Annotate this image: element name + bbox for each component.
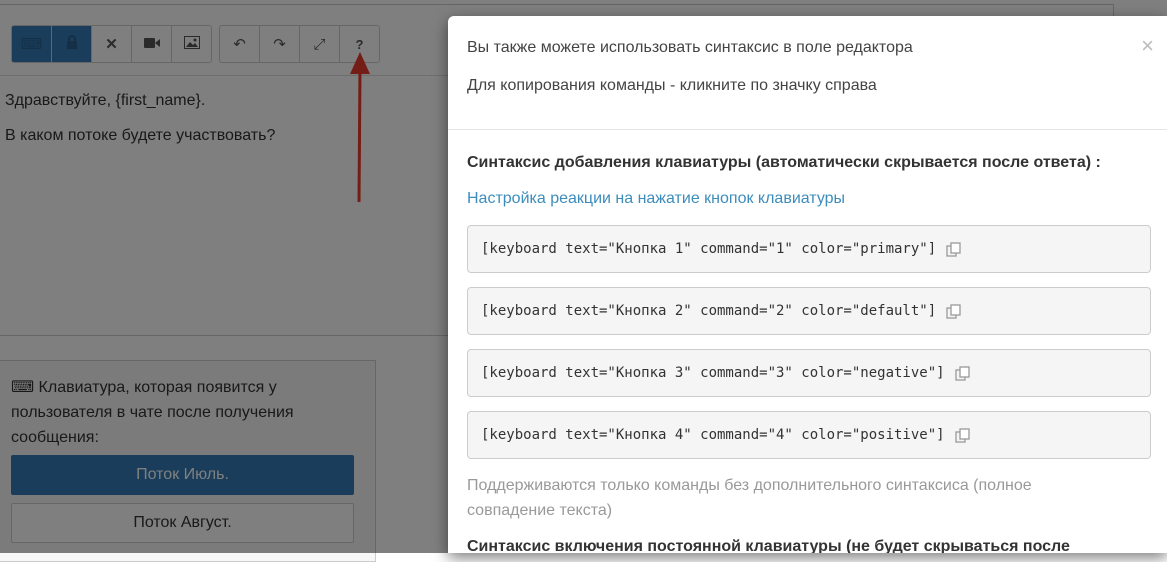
close-button[interactable]: × xyxy=(1141,35,1154,57)
modal-header: Вы также можете использовать синтаксис в… xyxy=(448,16,1167,130)
code-text-1: [keyboard text="Кнопка 1" command="1" co… xyxy=(481,241,937,257)
code-snippet-4: [keyboard text="Кнопка 4" command="4" co… xyxy=(467,411,1151,459)
copy-icon[interactable] xyxy=(954,365,970,381)
persistent-keyboard-syntax-title: Синтаксис включения постоянной клавиатур… xyxy=(467,538,1070,553)
code-snippet-1: [keyboard text="Кнопка 1" command="1" co… xyxy=(467,225,1151,273)
keyboard-reaction-settings-link[interactable]: Настройка реакции на нажатие кнопок клав… xyxy=(467,190,845,208)
syntax-note: Поддерживаются только команды без дополн… xyxy=(467,477,1032,519)
close-icon: × xyxy=(1141,33,1154,58)
copy-icon[interactable] xyxy=(954,427,970,443)
code-text-3: [keyboard text="Кнопка 3" command="3" co… xyxy=(481,365,945,381)
copy-icon[interactable] xyxy=(946,241,961,257)
copy-icon[interactable] xyxy=(946,303,961,319)
keyboard-syntax-title: Синтаксис добавления клавиатуры (автомат… xyxy=(467,154,1101,171)
syntax-help-modal: Вы также можете использовать синтаксис в… xyxy=(448,16,1167,553)
code-snippet-2: [keyboard text="Кнопка 2" command="2" co… xyxy=(467,287,1151,335)
code-snippet-3: [keyboard text="Кнопка 3" command="3" co… xyxy=(467,349,1151,397)
modal-header-line-1: Вы также можете использовать синтаксис в… xyxy=(467,39,913,56)
modal-header-line-2: Для копирования команды - кликните по зн… xyxy=(467,77,877,94)
code-text-4: [keyboard text="Кнопка 4" command="4" co… xyxy=(481,427,945,443)
code-text-2: [keyboard text="Кнопка 2" command="2" co… xyxy=(481,303,937,319)
